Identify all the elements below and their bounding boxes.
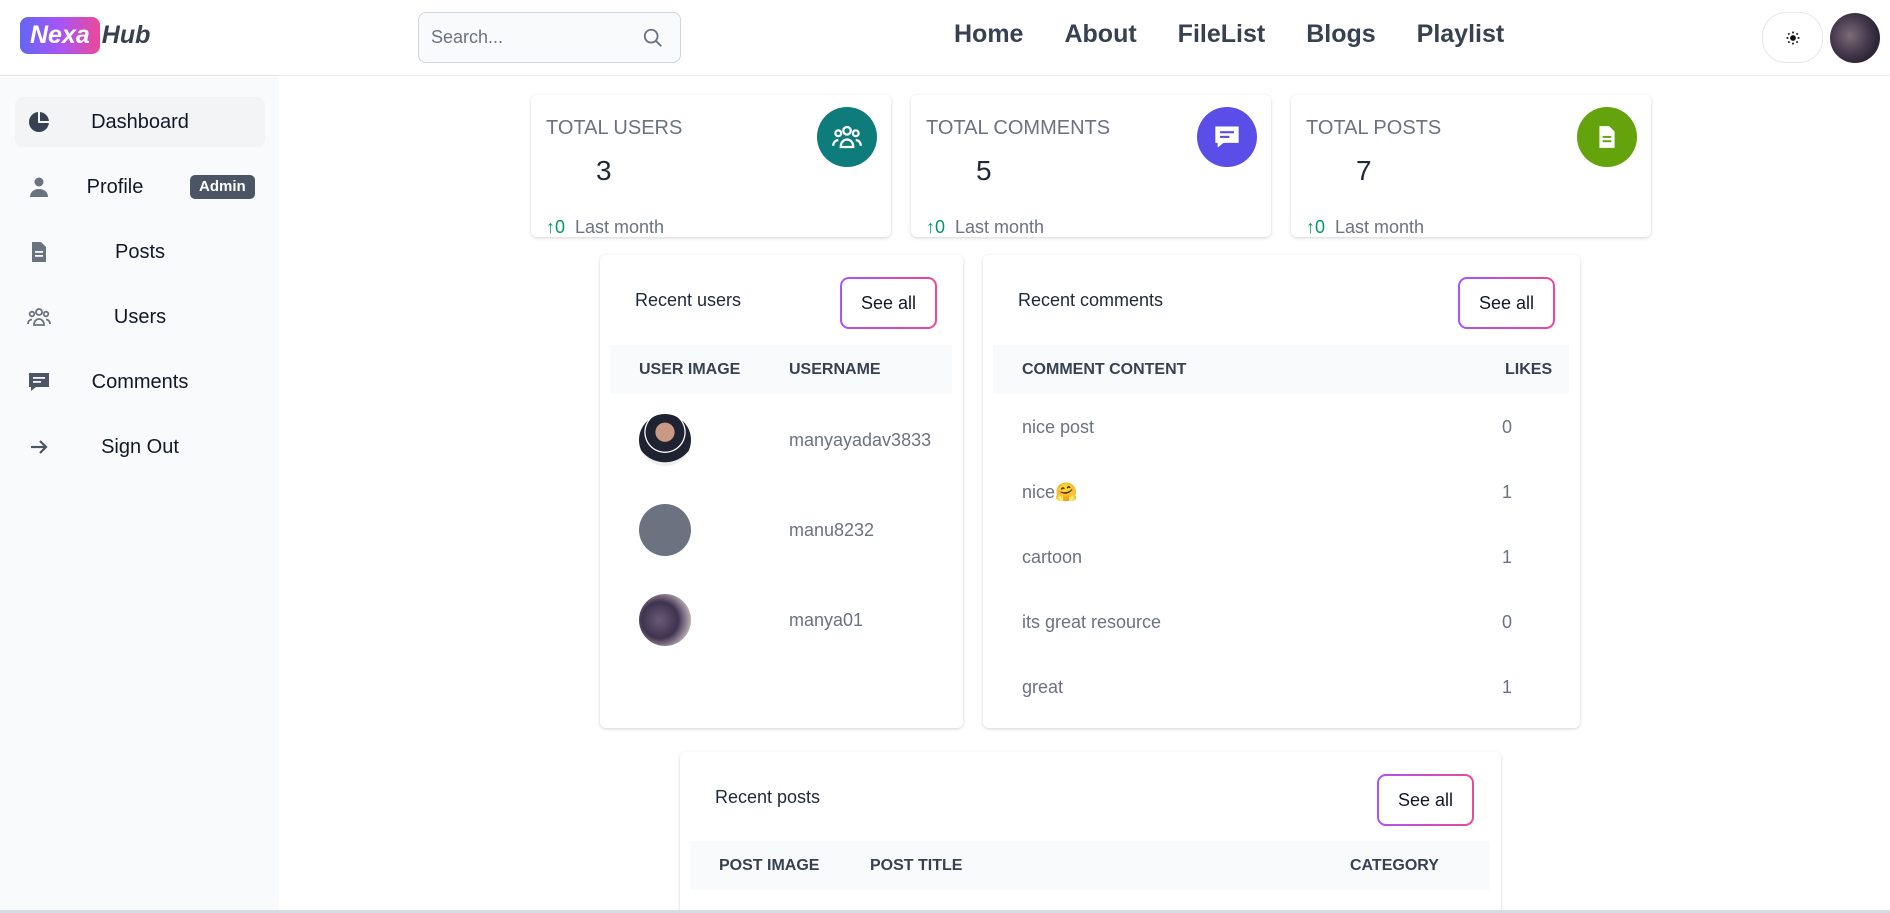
avatar	[639, 414, 691, 466]
username: manu8232	[789, 520, 875, 540]
table-header: Comment content Likes	[993, 345, 1569, 394]
comment-likes: 1	[1502, 547, 1513, 567]
logo[interactable]: Nexa Hub	[20, 17, 150, 54]
stat-footer: ↑0 Last month	[546, 217, 665, 237]
stat-footer: ↑0 Last month	[1306, 217, 1425, 237]
sidebar: Dashboard Profile Admin Posts Users Comm…	[0, 77, 279, 913]
admin-badge: Admin	[190, 175, 255, 199]
comment-likes: 0	[1502, 417, 1513, 437]
nav-playlist[interactable]: Playlist	[1417, 20, 1505, 49]
sidebar-item-signout[interactable]: Sign Out	[15, 422, 265, 472]
sidebar-item-label: Profile	[86, 176, 144, 198]
main-nav: Home About FileList Blogs Playlist	[954, 20, 1545, 49]
stat-value: 5	[976, 155, 992, 186]
sidebar-item-label: Users	[113, 306, 167, 328]
column-header: Comment content	[1022, 361, 1187, 378]
sidebar-item-label: Comments	[91, 371, 189, 393]
search-icon[interactable]	[642, 27, 664, 49]
avatar	[639, 594, 691, 646]
sidebar-item-label: Sign Out	[101, 436, 179, 458]
stat-title: Total Users	[546, 117, 683, 139]
comment-content: cartoon	[1022, 547, 1083, 567]
logo-badge: Nexa	[20, 17, 100, 54]
theme-toggle-button[interactable]	[1762, 12, 1823, 63]
trend-up-icon: ↑0	[926, 217, 946, 237]
nav-home[interactable]: Home	[954, 20, 1023, 49]
comment-icon	[1197, 107, 1257, 167]
top-navbar: Nexa Hub Home About FileList Blogs Playl…	[0, 0, 1890, 76]
comment-likes: 0	[1502, 612, 1513, 632]
column-header: Category	[1350, 857, 1439, 874]
column-header: Post image	[719, 857, 820, 874]
username: manyayadav3833	[789, 430, 932, 450]
search-box	[418, 12, 681, 63]
section-title: Recent comments	[1018, 290, 1164, 310]
search-input[interactable]	[431, 13, 631, 62]
stat-card-posts: Total Posts 7 ↑0 Last month	[1291, 95, 1651, 237]
see-all-posts-button[interactable]: See all	[1377, 774, 1474, 826]
sidebar-item-dashboard[interactable]: Dashboard	[15, 97, 265, 147]
username: manya01	[789, 610, 864, 630]
sun-icon	[1786, 31, 1799, 44]
comment-content: nice🤗	[1022, 482, 1078, 502]
trend-up-icon: ↑0	[546, 217, 566, 237]
recent-comments-card: Recent comments See all Comment content …	[983, 255, 1580, 728]
comment-likes: 1	[1502, 677, 1513, 697]
comment-content: great	[1022, 677, 1064, 697]
user-avatar[interactable]	[1830, 13, 1880, 63]
column-header: Post title	[870, 857, 963, 874]
section-title: Recent users	[635, 290, 742, 310]
stat-footer: ↑0 Last month	[926, 217, 1045, 237]
stat-title: Total Posts	[1306, 117, 1442, 139]
sidebar-item-comments[interactable]: Comments	[15, 357, 265, 407]
sidebar-item-profile[interactable]: Profile Admin	[15, 162, 265, 212]
comment-content: its great resource	[1022, 612, 1162, 632]
recent-users-card: Recent users See all User image Username…	[600, 255, 963, 728]
column-header: Username	[789, 361, 881, 378]
sidebar-item-users[interactable]: Users	[15, 292, 265, 342]
column-header: User image	[639, 361, 741, 378]
stat-card-comments: Total Comments 5 ↑0 Last month	[911, 95, 1271, 237]
stat-title: Total Comments	[926, 117, 1111, 139]
see-all-users-button[interactable]: See all	[840, 277, 937, 329]
avatar	[639, 504, 691, 556]
nav-about[interactable]: About	[1064, 20, 1136, 49]
stat-card-users: Total Users 3 ↑0 Last month	[531, 95, 891, 237]
users-icon	[817, 107, 877, 167]
document-icon	[1577, 107, 1637, 167]
recent-posts-card: Recent posts See all Post image Post tit…	[680, 752, 1501, 913]
sidebar-item-label: Dashboard	[91, 111, 189, 133]
column-header: Likes	[1505, 361, 1553, 378]
trend-up-icon: ↑0	[1306, 217, 1326, 237]
section-title: Recent posts	[715, 787, 821, 807]
comment-content: nice post	[1022, 417, 1095, 437]
nav-blogs[interactable]: Blogs	[1306, 20, 1375, 49]
stat-value: 7	[1356, 155, 1372, 186]
table-header: Post image Post title Category	[690, 841, 1490, 890]
logo-text: Hub	[101, 21, 151, 49]
see-all-comments-button[interactable]: See all	[1458, 277, 1555, 329]
table-header: User image Username	[610, 345, 952, 394]
sidebar-item-label: Posts	[114, 241, 166, 263]
sidebar-item-posts[interactable]: Posts	[15, 227, 265, 277]
comment-likes: 1	[1502, 482, 1513, 502]
nav-filelist[interactable]: FileList	[1178, 20, 1266, 49]
stat-value: 3	[596, 155, 612, 186]
